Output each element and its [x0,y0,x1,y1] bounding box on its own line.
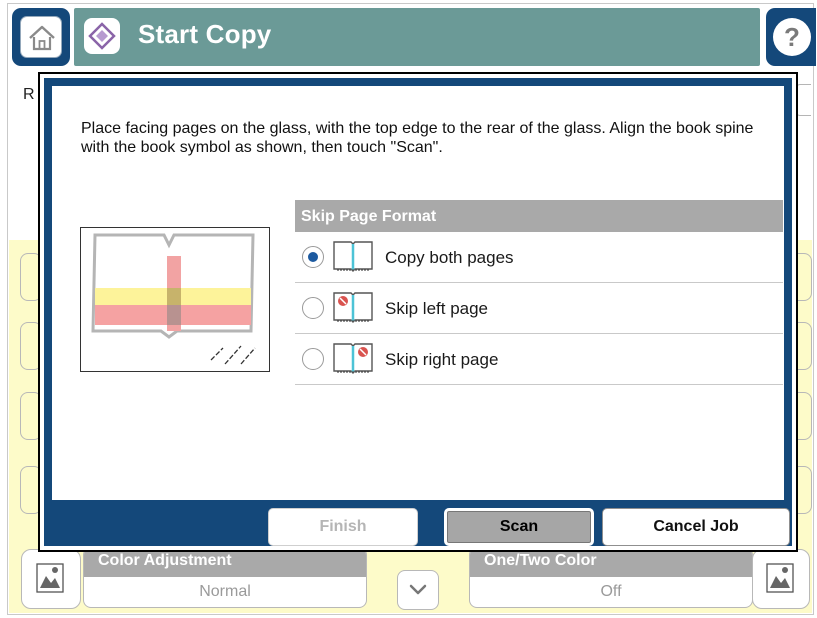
one-two-color-icon [766,563,794,593]
dialog-content: Place facing pages on the glass, with th… [52,86,784,500]
cancel-job-button[interactable]: Cancel Job [602,508,790,546]
color-adjustment-value: Normal [199,583,251,600]
book-skip-right-icon [333,343,373,374]
skip-left-page-label: Skip left page [385,299,489,318]
scan-button[interactable]: Scan [444,508,594,546]
option-copy-both-pages[interactable]: Copy both pages [295,232,783,283]
skip-right-page-radio[interactable] [302,348,324,370]
one-two-color-icon-button[interactable] [752,549,810,609]
page-title: Start Copy [138,19,272,49]
copy-both-pages-radio[interactable] [302,246,324,268]
skip-left-page-radio[interactable] [302,297,324,319]
help-icon: ? [784,22,800,52]
color-adjustment-label: Color Adjustment [84,548,366,577]
book-copy-dialog: Place facing pages on the glass, with th… [38,72,798,552]
book-placement-diagram [80,227,270,372]
start-diamond-icon [88,22,116,50]
skip-right-page-label: Skip right page [385,350,499,369]
one-two-color-label: One/Two Color [470,548,752,577]
finish-button[interactable]: Finish [268,508,418,546]
home-button[interactable] [12,8,70,66]
skip-page-format-header: Skip Page Format [295,200,783,232]
start-copy-button[interactable] [84,18,120,54]
one-two-color-value: Off [600,583,622,600]
color-adjustment-icon [36,563,64,593]
scroll-down-button[interactable] [397,570,439,610]
instructions-text: Place facing pages on the glass, with th… [81,120,754,156]
option-skip-right-page[interactable]: Skip right page [295,334,783,385]
chevron-down-icon [409,584,427,595]
background-label-fragment: R [23,86,35,103]
color-adjustment-field[interactable]: Color Adjustment Normal [83,547,367,608]
book-skip-left-icon [333,292,373,323]
home-icon [29,25,55,51]
copy-both-pages-label: Copy both pages [385,248,514,267]
book-both-pages-icon [333,241,373,272]
skip-page-format-panel: Skip Page Format Copy both pages Skip le… [295,200,783,385]
option-skip-left-page[interactable]: Skip left page [295,283,783,334]
svg-text:?: ? [784,22,800,52]
background-field-fragment [796,84,811,116]
title-bar: Start Copy [74,8,760,66]
dialog-frame: Place facing pages on the glass, with th… [44,78,792,546]
help-button[interactable]: ? [766,8,816,66]
book-on-glass-illustration [91,233,256,365]
one-two-color-field[interactable]: One/Two Color Off [469,547,753,608]
color-adjustment-icon-button[interactable] [21,549,81,609]
